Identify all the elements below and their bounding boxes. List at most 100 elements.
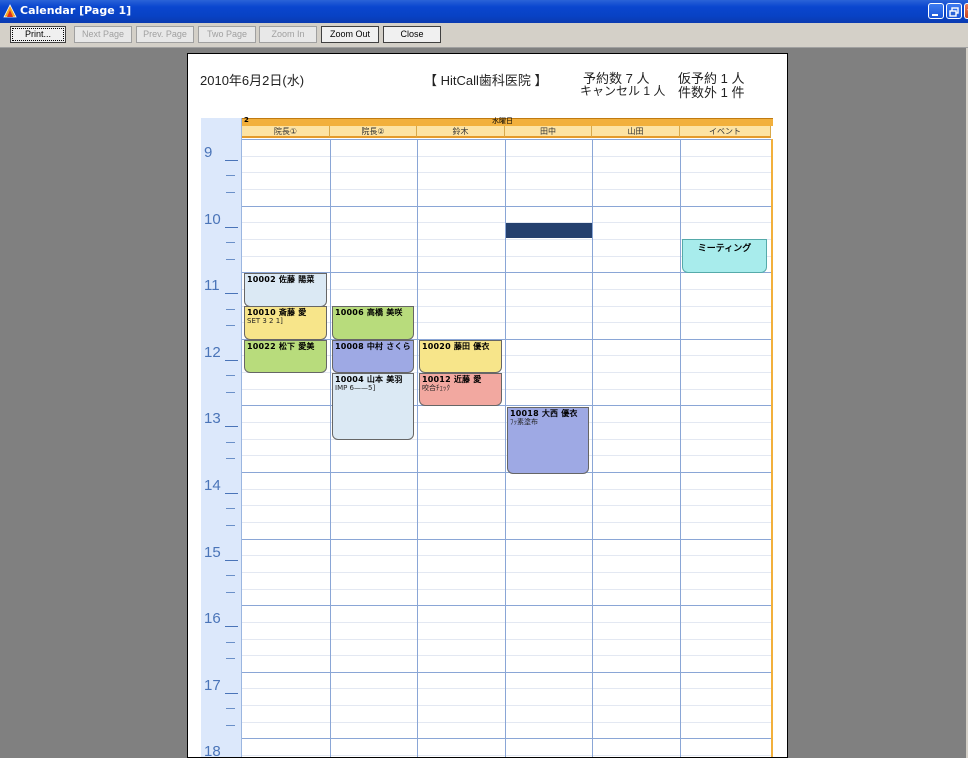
preview-toolbar: Print... Next Page Prev. Page Two Page Z…	[0, 23, 968, 48]
column-header-5[interactable]: イベント	[680, 126, 771, 138]
slot-tick	[226, 458, 235, 460]
appointment-note: SET 3 2 1]	[247, 317, 283, 325]
slot-tick	[226, 641, 235, 643]
grid-row-line	[242, 205, 771, 207]
hour-tick	[225, 626, 238, 628]
grid-column-line	[680, 139, 681, 757]
grid-row-line	[242, 555, 771, 557]
appointment-block[interactable]: 10020 藤田 優衣	[419, 340, 502, 373]
appointment-patient: 10010 斎藤 愛	[247, 308, 307, 317]
hour-label: 9	[204, 144, 213, 161]
appointment-patient: 10008 中村 さくら	[335, 342, 411, 351]
grid-row-line	[242, 738, 771, 740]
slot-tick	[226, 591, 235, 593]
restore-icon	[949, 7, 959, 17]
column-header-1[interactable]: 院長②	[330, 126, 417, 138]
appointment-patient: 10022 松下 愛美	[247, 342, 315, 351]
hour-tick	[225, 559, 238, 561]
close-window-button[interactable]	[964, 3, 968, 19]
slot-tick	[226, 574, 235, 576]
appointment-block[interactable]: 10012 近藤 愛咬合ﾁｪｯｸ	[419, 373, 502, 406]
grid-row-line	[242, 139, 771, 140]
appointment-patient: 10006 高橋 美咲	[335, 308, 403, 317]
hour-tick	[225, 160, 238, 161]
grid-row-line	[242, 588, 771, 590]
zoom-out-button[interactable]: Zoom Out	[321, 26, 379, 43]
appointment-note: IMP 6——5]	[335, 384, 376, 392]
hour-label: 17	[204, 676, 221, 694]
slot-tick	[226, 391, 235, 393]
grid-row-line	[242, 621, 771, 623]
slot-tick	[226, 175, 235, 177]
grid-row-line	[242, 638, 771, 640]
grid-column-line	[592, 139, 593, 757]
grid-row-line	[242, 388, 771, 390]
slot-tick	[226, 724, 235, 726]
hour-label: 16	[204, 610, 221, 628]
slot-tick	[226, 258, 235, 260]
other-count: 件数外 1 件	[678, 85, 745, 100]
column-header-4[interactable]: 山田	[592, 126, 680, 138]
next-page-button[interactable]: Next Page	[74, 26, 132, 43]
prev-page-button[interactable]: Prev. Page	[136, 26, 194, 43]
two-page-button[interactable]: Two Page	[198, 26, 256, 43]
blocked-slot[interactable]	[506, 223, 592, 238]
event-meeting[interactable]: ミーティング	[682, 239, 767, 273]
slot-tick	[226, 441, 235, 443]
slot-tick	[226, 375, 235, 377]
appointment-block[interactable]: 10004 山本 美羽 IMP 6——5]	[332, 373, 414, 440]
grid-row-line	[242, 188, 771, 190]
appointment-block[interactable]: 10010 斎藤 愛 SET 3 2 1]	[244, 306, 327, 340]
grid-row-line	[242, 705, 771, 707]
slot-tick	[226, 524, 235, 526]
restore-button[interactable]	[946, 3, 962, 19]
slot-tick	[226, 708, 235, 710]
grid-row-line	[242, 488, 771, 490]
hour-tick	[225, 226, 238, 228]
minimize-button[interactable]	[928, 3, 944, 19]
grid-row-line	[242, 172, 771, 174]
grid-row-line	[242, 538, 771, 540]
hour-tick	[225, 359, 238, 361]
appointment-block[interactable]: 10008 中村 さくら	[332, 340, 414, 373]
appointment-block[interactable]: 10002 佐藤 陽菜	[244, 273, 327, 307]
hour-label: 13	[204, 410, 221, 428]
zoom-in-button[interactable]: Zoom In	[259, 26, 317, 43]
column-header-3[interactable]: 田中	[505, 126, 592, 138]
grid-column-line	[330, 139, 331, 757]
print-button[interactable]: Print...	[10, 26, 66, 43]
hour-tick	[225, 293, 238, 295]
close-button[interactable]: Close	[383, 26, 441, 43]
appointment-block[interactable]: 10022 松下 愛美	[244, 340, 327, 373]
slot-tick	[226, 308, 235, 310]
grid-row-line	[242, 505, 771, 507]
appointment-patient: 10018 大西 優衣	[510, 409, 578, 418]
column-header-0[interactable]: 院長①	[242, 126, 330, 138]
column-header-2[interactable]: 鈴木	[417, 126, 505, 138]
grid-row-line	[242, 671, 771, 673]
cancel-count: キャンセル 1 人	[580, 84, 666, 98]
grid-row-line	[242, 755, 771, 757]
schedule-grid[interactable]: 10002 佐藤 陽菜 10010 斎藤 愛 SET 3 2 1] 10022 松下 …	[242, 139, 773, 757]
minimize-icon	[932, 14, 938, 16]
hour-tick	[225, 692, 238, 694]
grid-row-line	[242, 472, 771, 473]
appointment-note: ﾌｯ素塗布	[510, 418, 538, 426]
time-column: 9 10 11 12 13 14 15 16 17 18	[201, 118, 242, 758]
print-preview-page: 2010年6月2日(水) 【 HitCall歯科医院 】 予約数 7 人 キャン…	[187, 53, 788, 758]
hour-label: 14	[204, 477, 221, 494]
appointment-block[interactable]: 10006 高橋 美咲	[332, 306, 414, 340]
hour-label: 18	[204, 743, 221, 758]
app-icon	[3, 4, 17, 18]
day-number: 2	[244, 116, 249, 124]
appointment-patient: 10020 藤田 優衣	[422, 342, 490, 351]
appointment-block[interactable]: 10018 大西 優衣 ﾌｯ素塗布	[507, 407, 589, 474]
grid-column-line	[417, 139, 418, 757]
grid-row-line	[242, 605, 771, 607]
window-titlebar: Calendar [Page 1]	[0, 0, 968, 23]
hour-tick	[225, 493, 238, 494]
slot-tick	[226, 325, 235, 327]
hour-label: 10	[204, 210, 221, 228]
appointment-note: 咬合ﾁｪｯｸ	[422, 384, 450, 392]
clinic-name: 【 HitCall歯科医院 】	[424, 73, 548, 88]
